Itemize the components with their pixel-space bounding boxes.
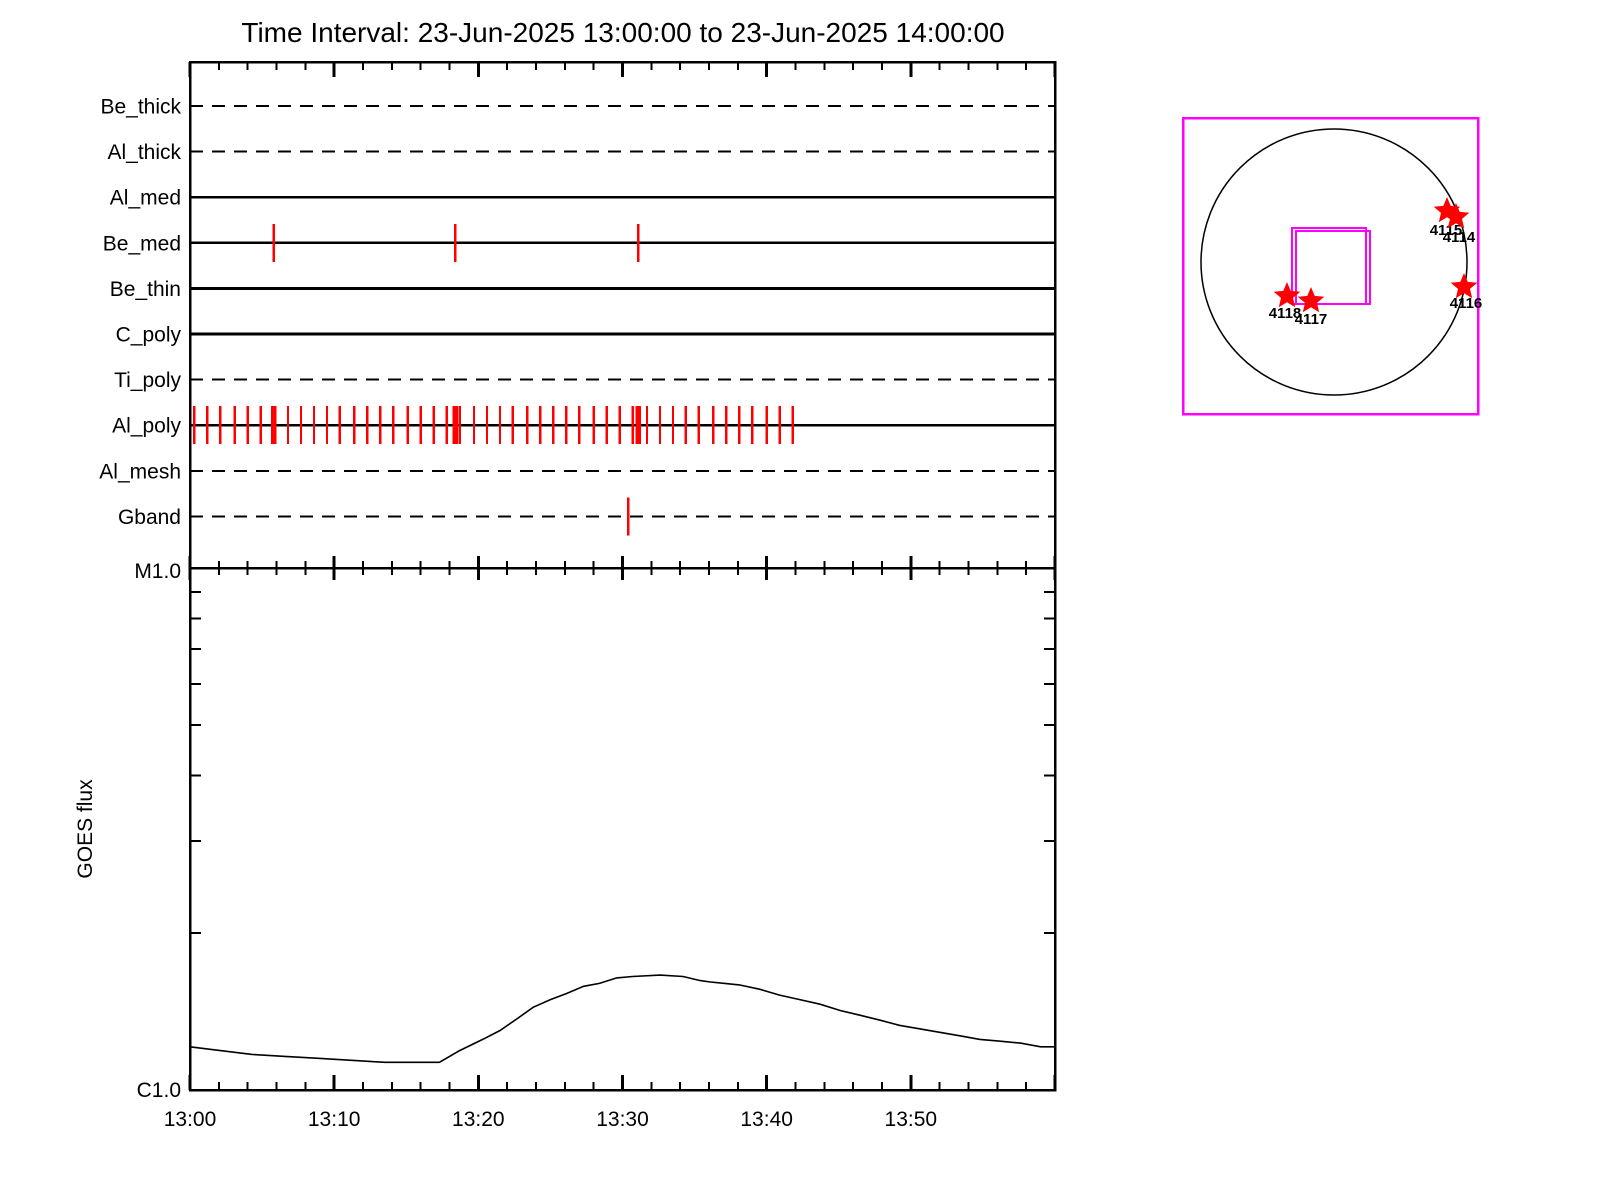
x-tick-label: 13:50: [885, 1108, 938, 1131]
x-tick-label: 13:00: [164, 1108, 217, 1131]
goes-flux-panel: M1.0 C1.0 GOES flux 13:00 13:10 13:20 13:30…: [74, 556, 1057, 1131]
goes-y-axis-title: GOES flux: [74, 779, 97, 879]
xrt-fov-box: [1295, 230, 1371, 305]
filter-row-label-be_thin: Be_thin: [110, 278, 181, 301]
filter-row-label-al_poly: Al_poly: [112, 415, 181, 438]
x-tick-label: 13:10: [308, 1108, 361, 1131]
x-tick-label: 13:20: [452, 1108, 505, 1131]
goes-panel-border: [188, 566, 1057, 1092]
filter-row-label-al_mesh: Al_mesh: [99, 460, 181, 483]
goes-xtick-labels: 13:00 13:10 13:20 13:30 13:40 13:50: [164, 1108, 937, 1131]
goes-ymax-label: M1.0: [134, 560, 181, 583]
goes-ymin-label: C1.0: [137, 1079, 181, 1102]
x-tick-label: 13:30: [596, 1108, 649, 1131]
x-tick-label: 13:40: [740, 1108, 793, 1131]
active-region-label-4116: 4116: [1450, 295, 1483, 312]
xrt-fov-box: [1291, 227, 1367, 305]
goes-flux-curve: [189, 974, 1055, 1064]
filter-row-label-gband: Gband: [118, 506, 181, 529]
solar-pointing-map: 41154114411641184117: [1181, 116, 1483, 416]
filter-row-label-be_thick: Be_thick: [100, 96, 181, 119]
timeline-axis-ticks: [188, 62, 1057, 77]
solar-limb-circle: [1200, 128, 1468, 396]
page-title: Time Interval: 23-Jun-2025 13:00:00 to 2…: [241, 17, 1004, 48]
filter-row-label-al_thick: Al_thick: [107, 141, 181, 164]
active-region-label-4117: 4117: [1295, 311, 1328, 328]
active-region-label-4114: 4114: [1443, 229, 1476, 246]
active-region-star-4117: [1297, 287, 1325, 313]
filter-row-label-al_med: Al_med: [110, 187, 181, 210]
filter-row-label-be_med: Be_med: [103, 232, 181, 255]
filter-row-label-c_poly: C_poly: [116, 324, 182, 347]
filter-row-label-ti_poly: Ti_poly: [114, 369, 181, 392]
map-border-box: [1181, 116, 1480, 416]
timeline-rows: Be_thick Al_thick Al_med Be_med Be_thin C_pol…: [99, 96, 1055, 536]
timeline-panel-border: [188, 60, 1057, 570]
figure-canvas: Time Interval: 23-Jun-2025 13:00:00 to 2…: [74, 17, 1483, 1131]
xrt-observation-figure: Time Interval: 23-Jun-2025 13:00:00 to 2…: [0, 0, 1600, 1200]
filter-timeline-panel: Be_thick Al_thick Al_med Be_med Be_thin C_pol…: [99, 60, 1057, 570]
goes-axis-ticks: [188, 556, 1057, 1090]
